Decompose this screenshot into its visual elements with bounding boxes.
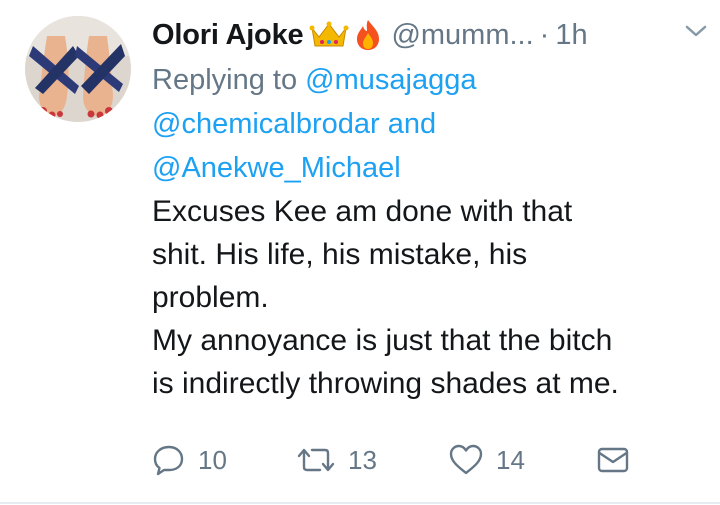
tweet-text-line: shit. His life, his mistake, his <box>152 238 528 271</box>
mention-link[interactable]: @Anekwe_Michael <box>152 146 707 190</box>
chevron-down-icon[interactable] <box>685 24 707 43</box>
reply-icon <box>153 445 184 476</box>
separator-dot: · <box>539 18 550 51</box>
divider <box>0 502 720 504</box>
tweet-content: Olori Ajoke @mumm... · 1h Replying to @m… <box>152 12 707 405</box>
heart-icon <box>449 444 483 475</box>
tweet-actions: 10 13 14 <box>152 438 632 482</box>
user-handle[interactable]: @mumm... <box>391 19 533 52</box>
avatar[interactable] <box>25 16 131 122</box>
tweet[interactable]: Olori Ajoke @mumm... · 1h Replying to @m… <box>0 0 720 505</box>
replying-to: Replying to @musajagga <box>152 58 707 102</box>
avatar-image <box>25 16 131 122</box>
reply-button[interactable]: 10 <box>152 438 227 482</box>
crown-icon <box>309 20 349 50</box>
tweet-text-line: is indirectly throwing shades at me. <box>152 367 619 400</box>
direct-message-button[interactable] <box>596 438 630 482</box>
tweet-text-line: Excuses Kee am done with that <box>152 195 573 228</box>
display-name[interactable]: Olori Ajoke <box>152 19 304 52</box>
tweet-header: Olori Ajoke @mumm... · 1h <box>152 12 707 58</box>
replying-to-label: Replying to <box>152 64 298 96</box>
fire-icon <box>355 19 381 51</box>
reply-count: 10 <box>198 444 227 475</box>
tweet-time[interactable]: 1h <box>555 19 587 52</box>
retweet-icon <box>297 448 335 472</box>
mention-link[interactable]: @musajagga <box>305 64 476 96</box>
tweet-text-line: problem. <box>152 281 269 314</box>
retweet-button[interactable]: 13 <box>296 438 377 482</box>
like-button[interactable]: 14 <box>448 438 525 482</box>
mail-icon <box>597 447 629 473</box>
retweet-count: 13 <box>348 444 377 475</box>
mention-link[interactable]: @chemicalbrodar and <box>152 102 707 146</box>
tweet-text-line: My annoyance is just that the bitch <box>152 324 613 357</box>
tweet-body: Excuses Kee am done with that shit. His … <box>152 190 707 405</box>
like-count: 14 <box>496 444 525 475</box>
